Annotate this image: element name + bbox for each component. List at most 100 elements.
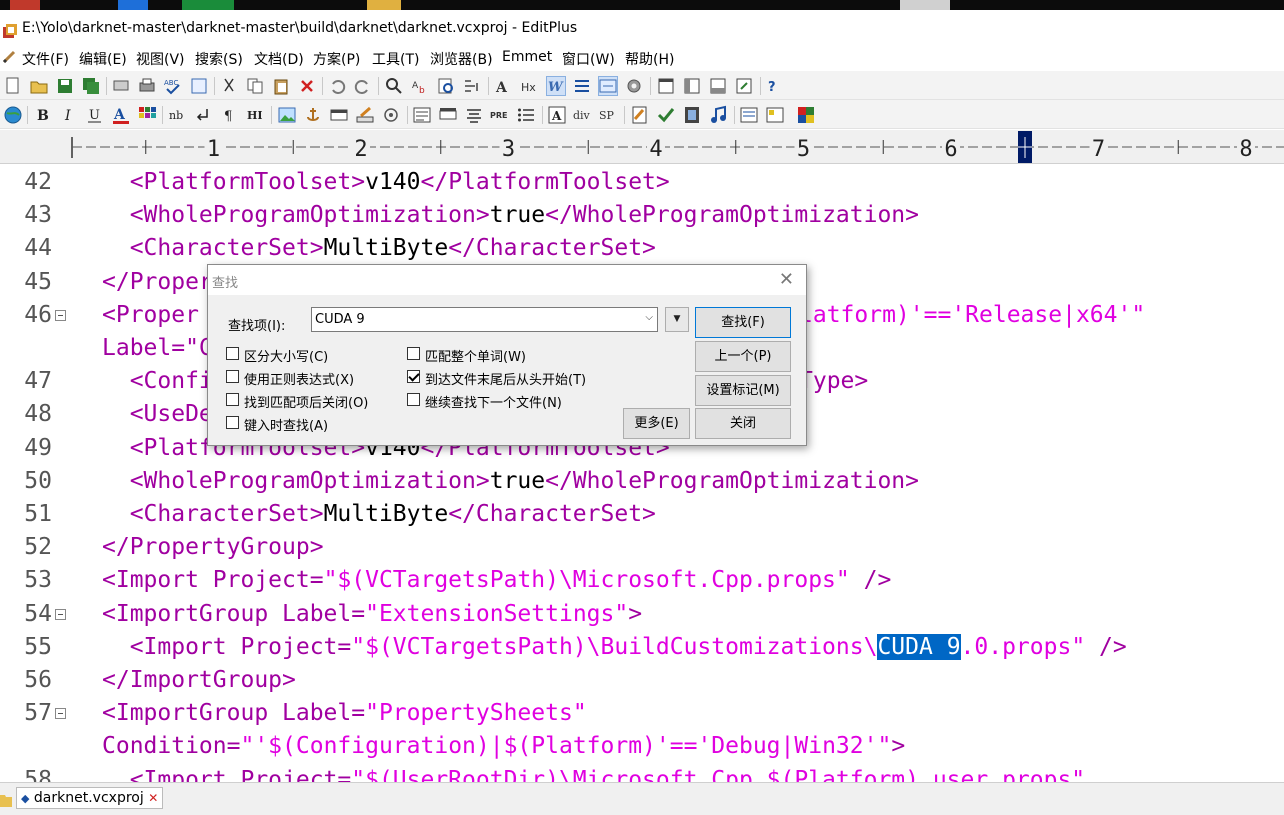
word-wrap-icon[interactable]: W bbox=[546, 76, 566, 96]
underline-icon[interactable]: U bbox=[85, 105, 105, 125]
color-palette-icon[interactable] bbox=[137, 105, 157, 125]
bold-icon[interactable]: B bbox=[33, 105, 53, 125]
replace-icon[interactable]: Ab bbox=[410, 76, 430, 96]
menu-project[interactable]: 方案(P) bbox=[313, 49, 360, 69]
checkbox-match-case[interactable] bbox=[226, 347, 239, 360]
nbsp-icon[interactable]: nb bbox=[167, 105, 187, 125]
code-line[interactable]: <CharacterSet>MultiByte</CharacterSet> bbox=[102, 498, 656, 531]
dialog-close-icon[interactable]: ✕ bbox=[779, 269, 794, 290]
div-icon[interactable]: div bbox=[573, 105, 593, 125]
fullscreen-icon[interactable] bbox=[734, 76, 754, 96]
list-icon[interactable] bbox=[516, 105, 536, 125]
line-number-icon[interactable] bbox=[572, 76, 592, 96]
delete-icon[interactable] bbox=[297, 76, 317, 96]
anchor-icon[interactable] bbox=[303, 105, 323, 125]
close-tab-icon[interactable]: ✕ bbox=[148, 791, 158, 805]
script-icon[interactable] bbox=[630, 105, 650, 125]
code-line[interactable]: <ImportGroup Label="ExtensionSettings"> bbox=[102, 598, 642, 631]
code-line[interactable]: Label="C bbox=[102, 332, 213, 365]
help-icon[interactable]: ? bbox=[765, 76, 785, 96]
font-color-icon[interactable]: A bbox=[111, 105, 131, 125]
form-icon[interactable] bbox=[412, 105, 432, 125]
find-what-value[interactable]: CUDA 9 bbox=[315, 312, 365, 327]
code-line[interactable]: <Import Project="$(VCTargetsPath)\BuildC… bbox=[102, 631, 1127, 664]
menu-edit[interactable]: 编辑(E) bbox=[79, 49, 127, 69]
checkbox-regex[interactable] bbox=[226, 370, 239, 383]
fold-toggle-icon[interactable] bbox=[55, 309, 66, 321]
code-line[interactable]: </PropertyGroup> bbox=[102, 531, 324, 564]
font-icon[interactable]: A bbox=[494, 76, 514, 96]
print-icon[interactable] bbox=[137, 76, 157, 96]
print-preview-icon[interactable] bbox=[111, 76, 131, 96]
menu-tools[interactable]: 工具(T) bbox=[372, 49, 419, 69]
code-editor[interactable]: 42 43 44 45 46 47 48 49 50 51 52 53 54 55 56 57 58 <Plat… bbox=[0, 164, 1284, 782]
checkbox-wrap-around[interactable] bbox=[407, 370, 420, 383]
undo-icon[interactable] bbox=[327, 76, 347, 96]
output-window-icon[interactable] bbox=[708, 76, 728, 96]
code-line[interactable]: <UseDe bbox=[102, 398, 213, 431]
music-note-icon[interactable] bbox=[708, 105, 728, 125]
code-line[interactable]: <Import Project="$(UserRootDir)\Microsof… bbox=[102, 764, 1085, 782]
new-file-icon[interactable] bbox=[3, 76, 23, 96]
taskbar-app-icon[interactable] bbox=[900, 0, 950, 10]
goto-line-icon[interactable] bbox=[462, 76, 482, 96]
menu-view[interactable]: 视图(V) bbox=[136, 49, 185, 69]
close-button[interactable]: 关闭 bbox=[695, 408, 791, 439]
code-line[interactable]: <Import Project="$(VCTargetsPath)\Micros… bbox=[102, 564, 891, 597]
save-icon[interactable] bbox=[55, 76, 75, 96]
cliptext-icon[interactable] bbox=[796, 105, 816, 125]
cut-icon[interactable] bbox=[219, 76, 239, 96]
checkbox-whole-word[interactable] bbox=[407, 347, 420, 360]
spellcheck-icon[interactable]: ABC bbox=[163, 76, 183, 96]
table-icon[interactable] bbox=[329, 105, 349, 125]
menu-file[interactable]: 文件(F) bbox=[22, 49, 69, 69]
code-line[interactable]: <PlatformToolset>v140</PlatformToolset> bbox=[102, 166, 670, 199]
redo-icon[interactable] bbox=[353, 76, 373, 96]
input-field-icon[interactable] bbox=[438, 105, 458, 125]
align-center-icon[interactable] bbox=[464, 105, 484, 125]
paste-icon[interactable] bbox=[271, 76, 291, 96]
settings-gear-icon[interactable] bbox=[624, 76, 644, 96]
checkbox-next-file[interactable] bbox=[407, 393, 420, 406]
more-button[interactable]: 更多(E) bbox=[623, 408, 690, 439]
span-icon[interactable]: SP bbox=[599, 105, 619, 125]
chevron-down-icon[interactable]: ⌵ bbox=[645, 312, 653, 323]
globe-icon[interactable] bbox=[3, 105, 23, 125]
text-block-icon[interactable]: A bbox=[547, 105, 567, 125]
horizontal-rule-icon[interactable]: HI bbox=[245, 105, 265, 125]
find-what-combobox[interactable]: CUDA 9 ⌵ bbox=[311, 307, 658, 332]
taskbar-app-icon[interactable] bbox=[118, 0, 148, 10]
open-folder-icon[interactable] bbox=[29, 76, 49, 96]
refresh-icon[interactable] bbox=[189, 76, 209, 96]
image-icon[interactable] bbox=[277, 105, 297, 125]
menu-search[interactable]: 搜索(S) bbox=[195, 49, 243, 69]
menu-document[interactable]: 文档(D) bbox=[254, 49, 304, 69]
checkbox-close-on-find[interactable] bbox=[226, 393, 239, 406]
line-break-icon[interactable] bbox=[193, 105, 213, 125]
code-line[interactable]: <WholeProgramOptimization>true</WholePro… bbox=[102, 199, 919, 232]
taskbar-app-icon[interactable] bbox=[367, 0, 401, 10]
paragraph-icon[interactable]: ¶ bbox=[219, 105, 239, 125]
find-button[interactable]: 查找(F) bbox=[695, 307, 791, 338]
code-line[interactable]: <WholeProgramOptimization>true</WholePro… bbox=[102, 465, 919, 498]
tab-darknet-vcxproj[interactable]: ◆ darknet.vcxproj ✕ bbox=[16, 787, 164, 809]
heading-icon[interactable]: Hx bbox=[520, 76, 540, 96]
preformatted-icon[interactable]: PRE bbox=[490, 105, 510, 125]
frame-icon[interactable] bbox=[739, 105, 759, 125]
find-icon[interactable] bbox=[384, 76, 404, 96]
fold-toggle-icon[interactable] bbox=[55, 708, 66, 720]
save-all-icon[interactable] bbox=[81, 76, 101, 96]
menu-emmet[interactable]: Emmet bbox=[502, 49, 552, 65]
validate-icon[interactable] bbox=[656, 105, 676, 125]
code-line[interactable]: Condition="'$(Configuration)|$(Platform)… bbox=[102, 730, 905, 763]
ruler-icon[interactable] bbox=[598, 76, 618, 96]
fold-toggle-icon[interactable] bbox=[55, 608, 66, 620]
media-icon[interactable] bbox=[682, 105, 702, 125]
menu-window[interactable]: 窗口(W) bbox=[562, 49, 615, 69]
comment-icon[interactable] bbox=[381, 105, 401, 125]
checkbox-incremental[interactable] bbox=[226, 416, 239, 429]
template-icon[interactable] bbox=[765, 105, 785, 125]
taskbar-app-icon[interactable] bbox=[182, 0, 234, 10]
menu-help[interactable]: 帮助(H) bbox=[625, 49, 674, 69]
find-in-files-icon[interactable] bbox=[436, 76, 456, 96]
